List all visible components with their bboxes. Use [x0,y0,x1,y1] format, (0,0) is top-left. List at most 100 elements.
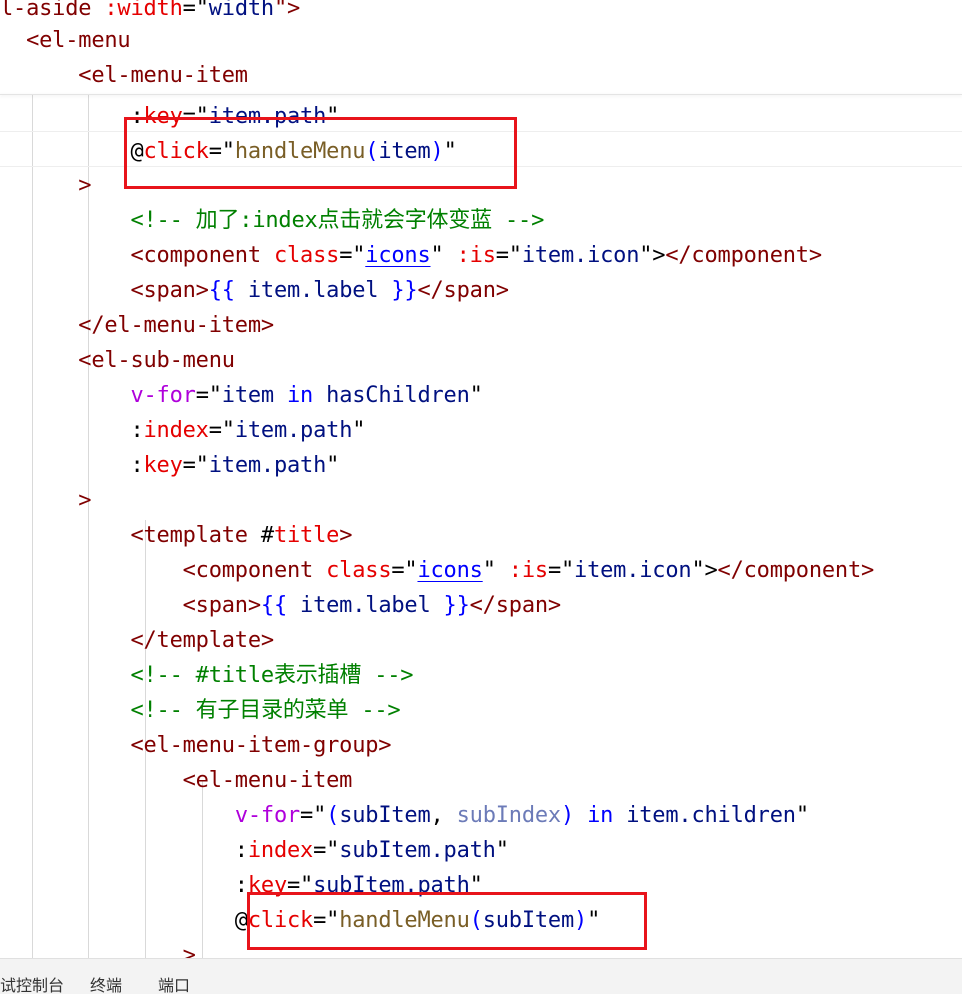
code-token: subItem.path [339,838,496,863]
code-token: item.path [234,418,353,443]
code-token: > [0,488,92,513]
code-token: :width [104,0,183,21]
code-line: :key="subItem.path" [0,868,483,903]
code-token: <span> [0,278,209,303]
code-token: =" [287,873,314,898]
code-token: subItem.path [313,873,470,898]
code-token: " [326,104,340,129]
code-token: =" [182,0,209,21]
code-token: </span> [469,593,562,618]
code-token: key [247,873,287,898]
code-token: item [221,383,274,408]
code-token: <el-menu [0,28,131,53]
code-token: <!-- 有子目录的菜单 --> [0,698,401,723]
code-token: , [430,803,457,828]
code-line: </el-menu-item> [0,308,274,343]
code-token: icons [417,558,483,583]
code-line: <!-- #title表示插槽 --> [0,658,413,693]
code-token: item.path [208,104,327,129]
code-line: > [0,938,196,958]
bottom-panel-tabs: 试控制台 终端 端口 [0,958,962,996]
code-token: item.icon [521,243,640,268]
code-token: handleMenu [339,908,470,933]
code-token: in [574,803,627,828]
code-line: <span>{{ item.label }}</span> [0,273,509,308]
code-token: " [326,453,340,478]
code-token: =" [182,453,209,478]
code-token: index [247,838,314,863]
code-token: " [469,383,483,408]
code-token: item [378,139,431,164]
code-token: @ [0,139,144,164]
code-token: }} [430,593,470,618]
tab-debug-console[interactable]: 试控制台 [0,976,64,996]
code-token: =" [195,383,222,408]
code-token: =" [313,908,340,933]
code-token: > [0,173,92,198]
code-line: <el-menu [0,23,131,58]
code-token: : [0,838,248,863]
code-token: v-for [234,803,301,828]
code-token: {{ [208,278,248,303]
code-token: ) [560,803,575,828]
code-token: @ [0,908,248,933]
code-token: > [339,523,353,548]
code-token: <el-menu-item-group> [0,733,392,758]
code-token: l-aside [0,0,105,21]
code-token: class [273,243,340,268]
code-token: click [247,908,314,933]
code-token: title [273,523,340,548]
code-line: <span>{{ item.label }}</span> [0,588,562,623]
code-line: <el-menu-item [0,58,248,93]
code-token: " [495,838,509,863]
code-token: width [208,0,274,21]
tab-ports[interactable]: 端口 [158,976,190,996]
code-line: :index="item.path" [0,413,365,448]
code-token: :is [456,243,496,268]
code-line: <el-sub-menu [0,343,235,378]
code-line: :index="subItem.path" [0,833,509,868]
code-token: </template> [0,628,274,653]
code-line: @click="handleMenu(item)" [0,134,457,169]
code-token: " [469,873,483,898]
code-token: hasChildren [326,383,470,408]
code-token: <el-sub-menu [0,348,235,373]
code-line: v-for="(subItem, subIndex) in item.child… [0,798,809,833]
code-editor[interactable]: :key="item.path" @click="handleMenu(item… [0,0,962,958]
code-token: key [143,104,183,129]
code-token: =" [208,418,235,443]
code-line: :key="item.path" [0,448,339,483]
code-token: click [143,139,209,164]
code-token: ( [365,139,379,164]
code-token: : [0,453,144,478]
code-token: <template [0,523,261,548]
code-token: item.path [208,453,327,478]
code-token: =" [313,838,340,863]
code-token: in [273,383,327,408]
sticky-header-shadow [0,94,962,95]
code-token: subIndex [456,803,562,828]
code-token: =" [495,243,522,268]
code-token: handleMenu [234,139,366,164]
code-token: :is [508,558,548,583]
code-token: key [143,453,183,478]
code-token: item.icon [574,558,692,583]
code-token: =" [182,104,209,129]
code-line: v-for="item in hasChildren" [0,378,483,413]
code-token: =" [339,243,366,268]
code-token: " [443,139,457,164]
code-token: <component [0,558,327,583]
code-token: <!-- 加了:index点击就会字体变蓝 --> [0,208,545,233]
code-token: " [352,418,366,443]
code-line: <el-menu-item-group> [0,728,391,763]
code-token: <el-menu-item [0,768,353,793]
code-line: > [0,483,91,518]
code-token: > [0,943,196,958]
code-token: : [0,873,248,898]
code-line: :key="item.path" [0,99,339,134]
code-token: "> [691,558,718,583]
code-token: "> [273,0,301,21]
code-token: </component> [717,558,875,583]
tab-terminal[interactable]: 终端 [90,976,122,996]
